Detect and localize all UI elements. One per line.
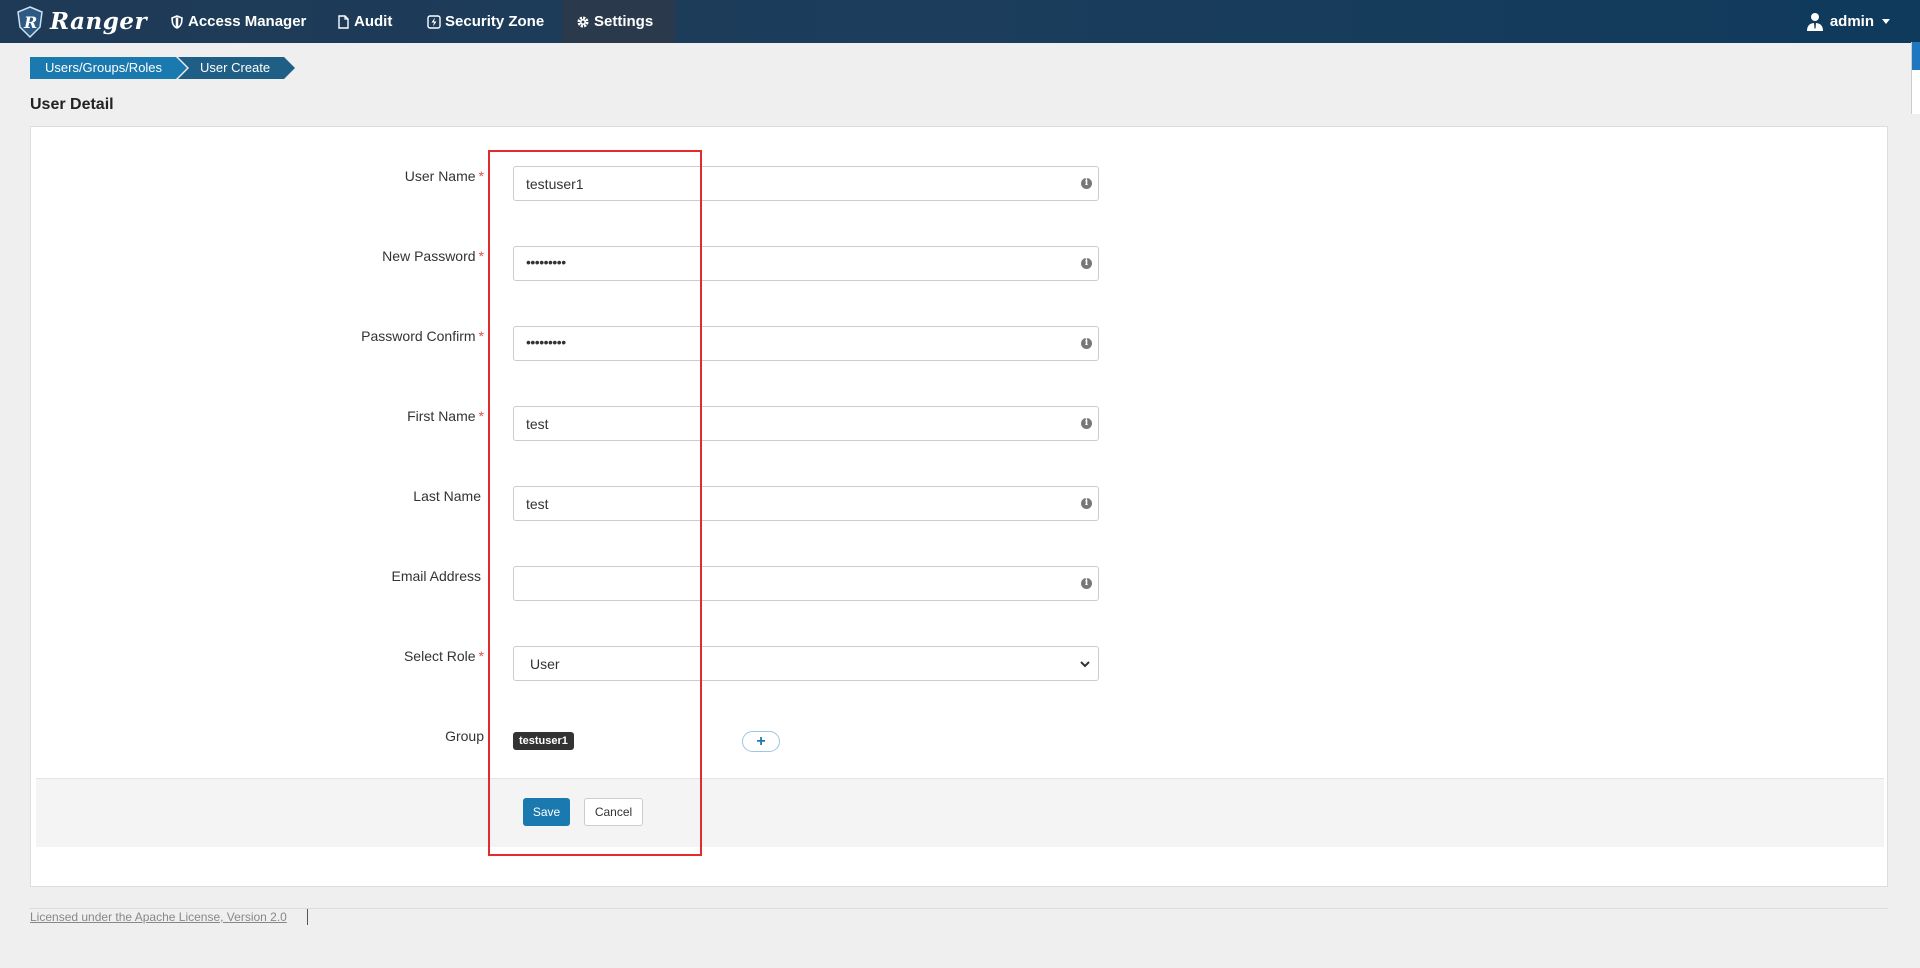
new-password-input[interactable]: ••••••••• i: [513, 246, 1099, 281]
user-name-input[interactable]: testuser1 i: [513, 166, 1099, 201]
select-role-dropdown[interactable]: User: [513, 646, 1099, 681]
cancel-button[interactable]: Cancel: [584, 798, 643, 826]
user-menu[interactable]: admin: [1806, 0, 1890, 43]
label-last-name: Last Name: [413, 488, 481, 504]
info-icon[interactable]: i: [1081, 578, 1092, 589]
info-icon[interactable]: i: [1081, 418, 1092, 429]
nav-access-manager[interactable]: Access Manager: [156, 0, 320, 43]
user-name: admin: [1829, 13, 1874, 30]
save-button[interactable]: Save: [523, 798, 570, 826]
nav-security-zone-label: Security Zone: [445, 13, 545, 30]
breadcrumb-users-groups-roles[interactable]: Users/Groups/Roles: [30, 57, 188, 79]
info-icon[interactable]: i: [1081, 498, 1092, 509]
label-user-name: User Name *: [404, 168, 484, 184]
brand-name: Ranger: [50, 8, 148, 35]
footer-divider: [30, 908, 1888, 909]
chevron-down-icon: [1882, 19, 1890, 24]
email-address-input[interactable]: i: [513, 566, 1099, 601]
top-navbar: R Ranger Access Manager Audit Security Z…: [0, 0, 1920, 43]
nav-settings[interactable]: Settings: [562, 0, 675, 43]
label-first-name: First Name *: [407, 408, 484, 424]
nav-settings-label: Settings: [594, 13, 654, 30]
info-icon[interactable]: i: [1081, 258, 1092, 269]
scrollbar-thumb[interactable]: [1912, 42, 1920, 70]
nav-audit[interactable]: Audit: [322, 0, 406, 43]
label-password-confirm: Password Confirm *: [361, 328, 484, 344]
breadcrumb: Users/Groups/Roles User Create: [30, 57, 296, 79]
shield-icon: [171, 14, 183, 29]
chevron-down-icon: [1080, 661, 1090, 668]
last-name-input[interactable]: test i: [513, 486, 1099, 521]
page-title: User Detail: [30, 96, 114, 113]
brand-logo[interactable]: R Ranger: [14, 3, 147, 40]
lightning-icon: [427, 14, 441, 29]
license-link[interactable]: Licensed under the Apache License, Versi…: [30, 910, 287, 924]
label-group: Group: [445, 728, 484, 744]
form-actions-bar: [36, 778, 1884, 847]
label-email-address: Email Address: [391, 568, 481, 584]
breadcrumb-user-create[interactable]: User Create: [178, 57, 296, 79]
text-cursor: [307, 909, 308, 925]
nav-security-zone[interactable]: Security Zone: [413, 0, 558, 43]
nav-access-manager-label: Access Manager: [188, 13, 307, 30]
info-icon[interactable]: i: [1081, 338, 1092, 349]
ranger-logo-icon: R: [17, 5, 43, 38]
label-new-password: New Password *: [382, 248, 484, 264]
group-tag[interactable]: testuser1: [513, 732, 574, 750]
info-icon[interactable]: i: [1081, 178, 1092, 189]
password-confirm-input[interactable]: ••••••••• i: [513, 326, 1099, 361]
user-icon: [1806, 12, 1823, 31]
first-name-input[interactable]: test i: [513, 406, 1099, 441]
svg-text:R: R: [23, 13, 37, 32]
file-icon: [338, 14, 349, 29]
label-select-role: Select Role *: [403, 648, 484, 664]
nav-audit-label: Audit: [354, 13, 393, 30]
gear-icon: [577, 16, 589, 27]
add-group-button[interactable]: +: [742, 731, 780, 752]
